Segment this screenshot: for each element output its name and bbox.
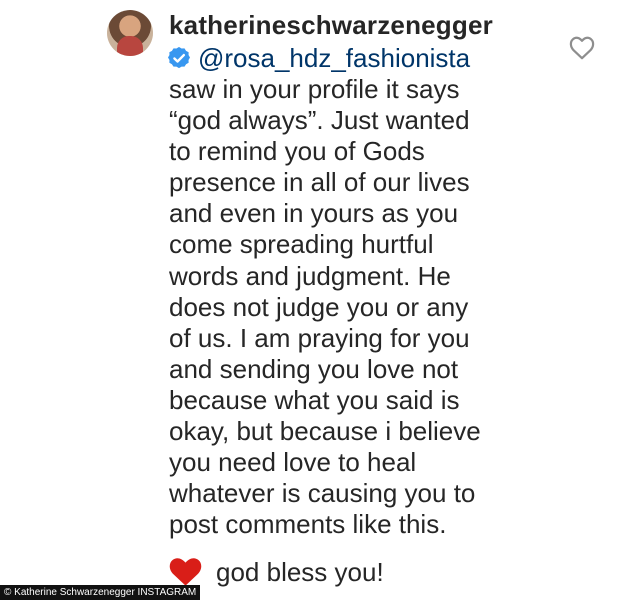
comment-line: whatever is causing you to — [169, 478, 476, 509]
comment-line: because what you said is — [169, 384, 460, 415]
comment-line: “god always”. Just wanted — [169, 105, 470, 136]
comment-line: and even in yours as you — [169, 198, 459, 229]
red-heart-icon — [169, 558, 202, 586]
comment-line: and sending you love not — [169, 353, 459, 384]
comment-line: does not judge you or any — [169, 291, 469, 322]
comment-line: come spreading hurtful — [169, 229, 434, 260]
verified-badge-icon — [168, 47, 190, 69]
avatar-image-detail — [117, 36, 143, 56]
comment-closing-line: god bless you! — [169, 554, 384, 590]
comment-line: okay, but because i believe — [169, 416, 481, 447]
comment-line: to remind you of Gods — [169, 136, 425, 167]
comment-closing-text: god bless you! — [216, 556, 384, 587]
comment-line: of us. I am praying for you — [169, 322, 470, 353]
comment-line: post comments like this. — [169, 509, 447, 540]
commenter-username[interactable]: katherineschwarzenegger — [169, 9, 493, 41]
heart-outline-icon[interactable] — [569, 36, 595, 60]
comment-line: you need love to heal — [169, 447, 417, 478]
comment-line: presence in all of our lives — [169, 167, 470, 198]
image-credit-caption: © Katherine Schwarzenegger INSTAGRAM — [0, 585, 201, 600]
comment-line: words and judgment. He — [169, 260, 451, 291]
comment-body: saw in your profile it says “god always”… — [169, 74, 624, 540]
profile-avatar[interactable] — [107, 10, 153, 56]
comment-line: saw in your profile it says — [169, 74, 460, 104]
mentioned-user-link[interactable]: @rosa_hdz_fashionista — [198, 42, 470, 74]
